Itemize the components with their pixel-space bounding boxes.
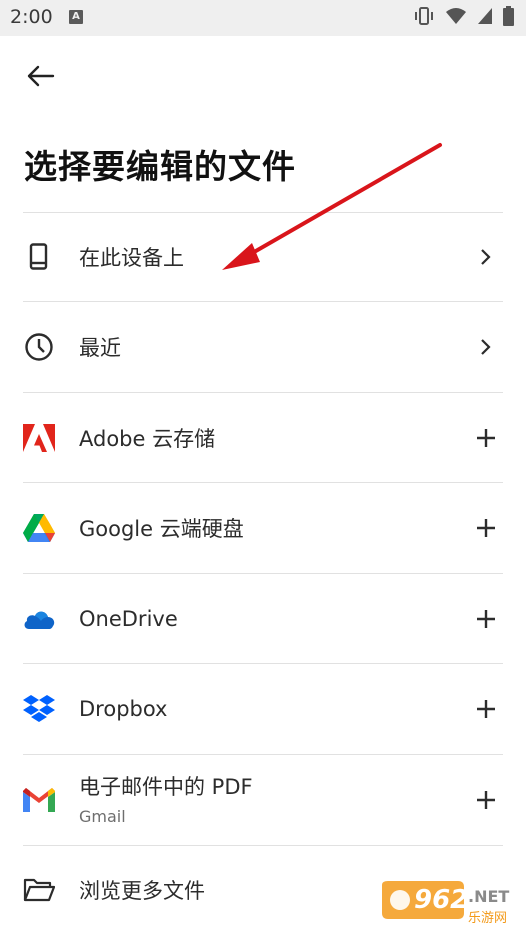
source-row-adobe[interactable]: Adobe 云存储 xyxy=(23,392,503,482)
source-row-onedrive[interactable]: OneDrive xyxy=(23,573,503,663)
chevron-right-icon xyxy=(475,246,497,268)
watermark-tagline: 乐游网 xyxy=(468,911,508,926)
plus-icon[interactable] xyxy=(475,698,497,720)
row-sublabel: Gmail xyxy=(79,807,126,826)
row-text: 在此设备上 xyxy=(79,242,184,272)
battery-icon xyxy=(503,6,514,30)
row-label: Dropbox xyxy=(79,697,168,721)
dropbox-icon xyxy=(23,693,55,725)
row-label: 电子邮件中的 PDF xyxy=(79,775,253,799)
row-text: Google 云端硬盘 xyxy=(79,513,244,543)
source-row-recent[interactable]: 最近 xyxy=(23,301,503,392)
row-text: 电子邮件中的 PDF Gmail xyxy=(79,771,253,826)
onedrive-icon xyxy=(23,603,55,635)
phone-icon xyxy=(23,241,55,273)
plus-icon[interactable] xyxy=(475,517,497,539)
source-row-dropbox[interactable]: Dropbox xyxy=(23,663,503,754)
status-time: 2:00 xyxy=(10,6,53,28)
back-button[interactable] xyxy=(20,58,60,94)
row-text: 浏览更多文件 xyxy=(79,875,205,905)
row-label: OneDrive xyxy=(79,606,178,631)
folder-icon xyxy=(23,874,55,906)
clock-icon xyxy=(23,331,55,363)
plus-icon[interactable] xyxy=(475,789,497,811)
row-label: 在此设备上 xyxy=(79,246,184,270)
source-row-device[interactable]: 在此设备上 xyxy=(23,212,503,301)
arrow-left-icon xyxy=(27,65,55,87)
watermark-suffix: .NET xyxy=(468,887,510,906)
source-list: 在此设备上 最近 Adobe 云存储 Google 云端硬盘 OneDrive … xyxy=(23,212,503,933)
row-text: 最近 xyxy=(79,332,121,362)
row-label: Adobe 云存储 xyxy=(79,426,216,451)
plus-icon[interactable] xyxy=(475,608,497,630)
watermark-brand: 962 xyxy=(414,885,469,915)
chevron-right-icon xyxy=(475,336,497,358)
google-drive-icon xyxy=(23,512,55,544)
row-text: Dropbox xyxy=(79,697,167,721)
row-text: Adobe 云存储 xyxy=(79,423,215,453)
vibrate-icon xyxy=(413,6,435,30)
notification-icon: A xyxy=(69,10,83,24)
source-row-google-drive[interactable]: Google 云端硬盘 xyxy=(23,482,503,573)
wifi-icon xyxy=(445,7,467,29)
row-label: 浏览更多文件 xyxy=(79,878,205,903)
source-row-gmail[interactable]: 电子邮件中的 PDF Gmail xyxy=(23,754,503,845)
status-bar: 2:00 A xyxy=(0,0,526,36)
row-label: 最近 xyxy=(79,336,121,360)
adobe-icon xyxy=(23,422,55,454)
row-text: OneDrive xyxy=(79,607,178,631)
signal-icon xyxy=(477,7,493,29)
status-icons xyxy=(413,6,514,30)
page-title: 选择要编辑的文件 xyxy=(24,147,296,186)
watermark-logo: 962 .NET 乐游网 xyxy=(380,879,520,929)
plus-icon[interactable] xyxy=(475,427,497,449)
row-label: Google 云端硬盘 xyxy=(79,517,244,541)
gmail-icon xyxy=(23,784,55,816)
